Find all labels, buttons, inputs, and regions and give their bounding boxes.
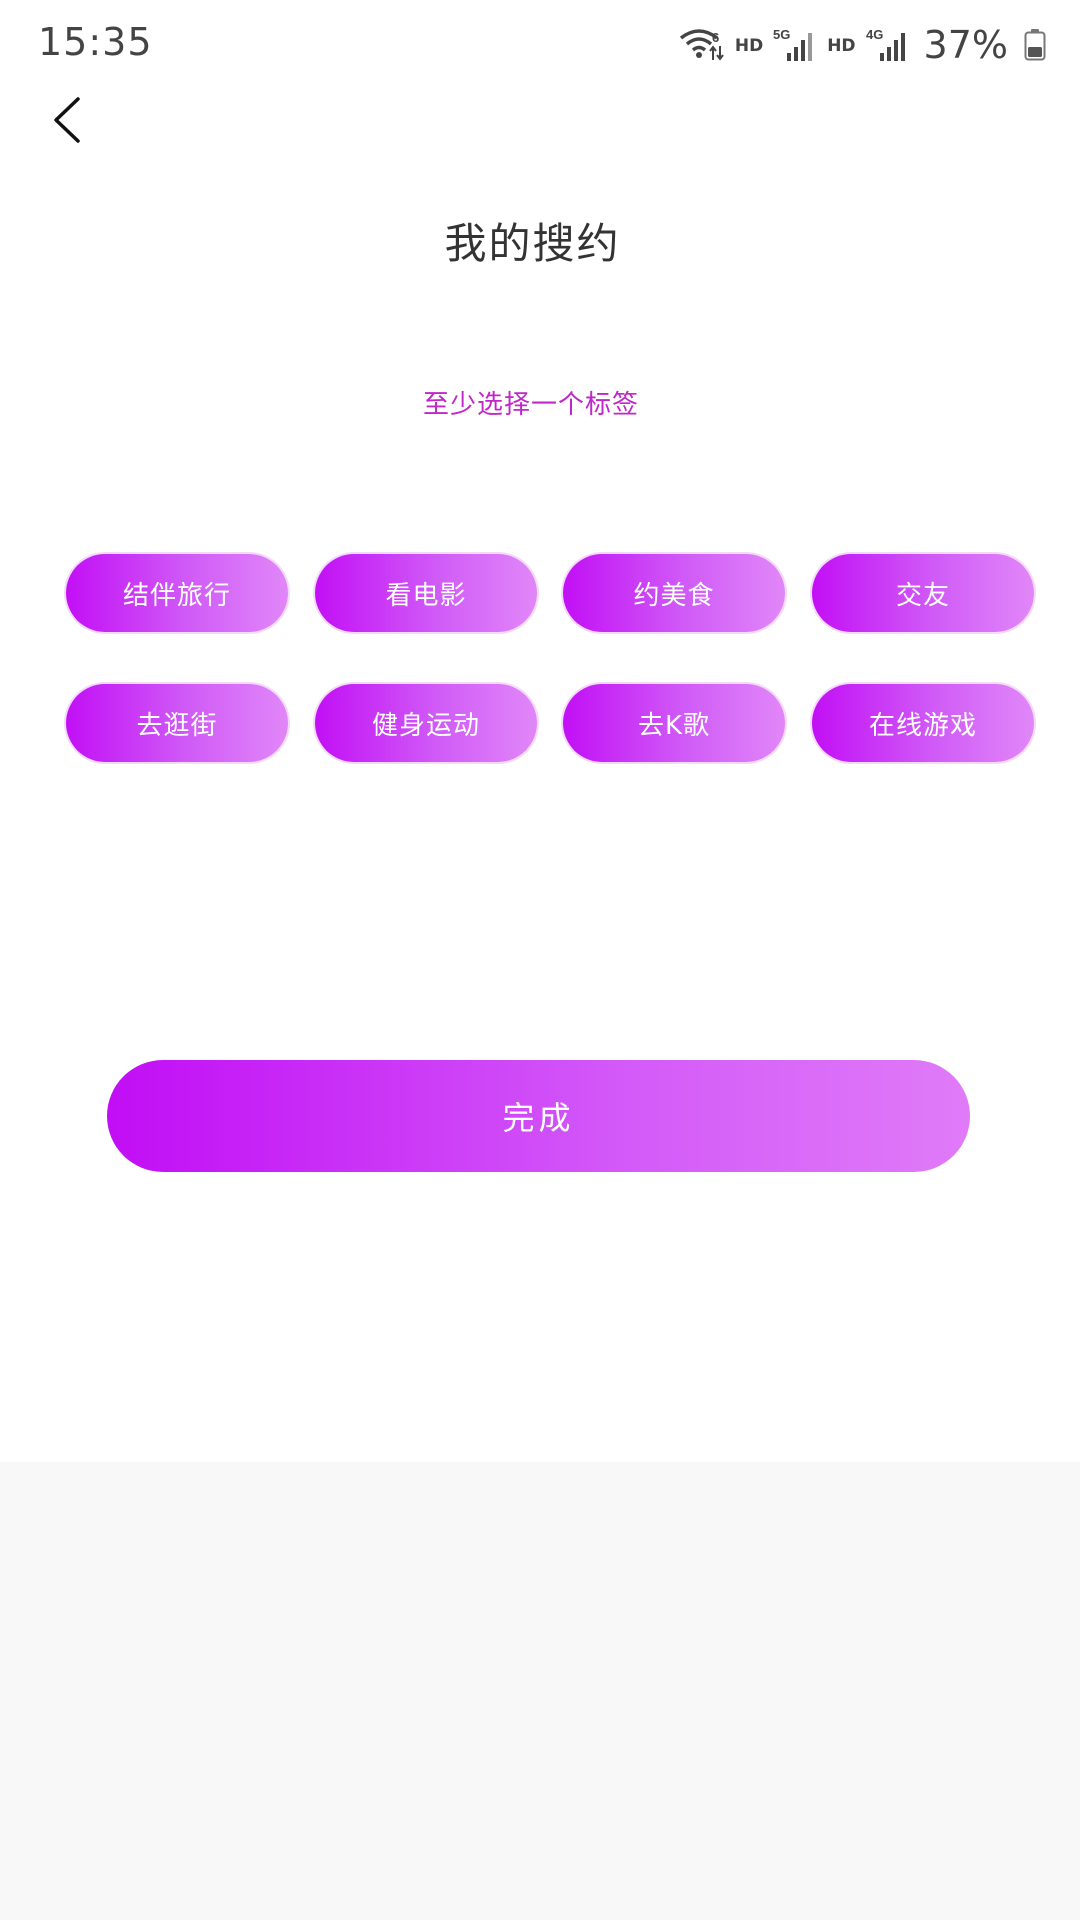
tag-button[interactable]: 交友 [812, 554, 1034, 632]
tag-button[interactable]: 去K歌 [563, 684, 785, 762]
tag-button[interactable]: 去逛街 [66, 684, 288, 762]
hd-label-1: HD [734, 36, 764, 56]
tag-button[interactable]: 结伴旅行 [66, 554, 288, 632]
svg-text:5G: 5G [773, 27, 790, 42]
bottom-area [0, 1462, 1080, 1920]
tag-button[interactable]: 约美食 [563, 554, 785, 632]
battery-percent: 37% [923, 23, 1008, 67]
tag-button[interactable]: 看电影 [315, 554, 537, 632]
hd-label-2: HD [827, 36, 856, 56]
finish-button[interactable]: 完成 [107, 1060, 970, 1172]
battery-icon [1024, 29, 1046, 61]
signal-5g-icon: 5G [773, 27, 817, 63]
hint-text: 至少选择一个标签 [422, 390, 639, 420]
status-time: 15:35 [38, 20, 153, 64]
signal-4g-icon: 4G [866, 27, 910, 63]
chevron-left-icon [48, 95, 84, 149]
wifi-icon: 6 [679, 28, 725, 62]
status-icons: 6 HD 5G HD 4G 37% [679, 23, 1046, 67]
back-button[interactable] [36, 92, 96, 152]
tag-button[interactable]: 健身运动 [315, 684, 537, 762]
status-bar: 15:35 6 HD 5G HD 4G 37% [0, 0, 1080, 90]
svg-text:4G: 4G [866, 27, 883, 42]
svg-text:6: 6 [712, 30, 719, 45]
tag-button[interactable]: 在线游戏 [812, 684, 1034, 762]
page-title: 我的搜约 [444, 219, 621, 268]
